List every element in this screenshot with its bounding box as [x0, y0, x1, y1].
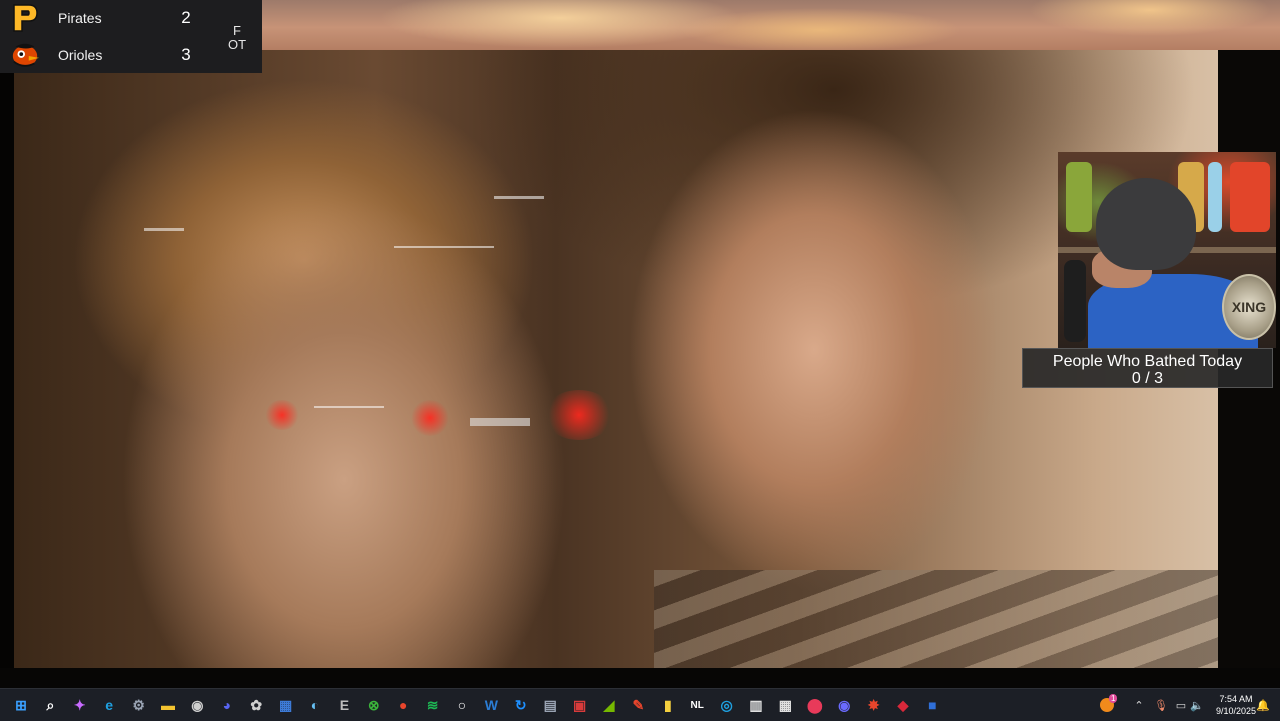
shelf-toys	[1066, 162, 1092, 232]
obs-icon[interactable]: ◉	[188, 696, 206, 714]
nl-app-icon[interactable]: NL	[688, 696, 706, 714]
counter-value: 0 / 3	[1131, 370, 1164, 387]
red-light-glare	[264, 400, 300, 430]
bathed-counter: People Who Bathed Today 0 / 3	[1022, 348, 1273, 388]
network-icon[interactable]: ▭	[1174, 689, 1188, 721]
copilot-icon[interactable]: ✦	[71, 696, 89, 714]
media-app-icon[interactable]: ◉	[835, 696, 853, 714]
refresh-app-icon[interactable]: ↻	[512, 696, 530, 714]
microphone-icon	[1064, 260, 1086, 342]
circle-app-icon[interactable]: ○	[453, 696, 471, 714]
team-score: 2	[181, 8, 191, 27]
notification-bell-icon[interactable]: 🔔	[1256, 689, 1270, 721]
streamer-beanie	[1096, 178, 1196, 270]
team-name: Pirates	[58, 10, 102, 26]
store-bag-icon[interactable]: ▥	[747, 696, 765, 714]
starburst-icon[interactable]: ✸	[865, 696, 883, 714]
drop-app-icon[interactable]: ◆	[894, 696, 912, 714]
shelf-toys	[1230, 162, 1270, 232]
video-glitch	[314, 406, 384, 408]
volume-icon[interactable]: 🔈	[1190, 689, 1204, 721]
steam-icon[interactable]: ◐	[306, 696, 324, 714]
notification-orb-icon[interactable]: 1	[1098, 689, 1118, 721]
video-bottom-border	[0, 668, 1280, 688]
red-light-glare	[544, 390, 614, 440]
game-status: F OT	[222, 24, 252, 52]
xbox-icon[interactable]: ⊗	[365, 696, 383, 714]
ms-store-icon[interactable]: ▦	[776, 696, 794, 714]
word-icon[interactable]: W	[482, 696, 500, 714]
video-glitch	[144, 228, 184, 231]
app-tile-icon[interactable]: ▦	[277, 696, 295, 714]
team-name: Orioles	[58, 47, 103, 63]
active-window-icon[interactable]: ■	[923, 696, 941, 714]
image-editor-icon[interactable]: ▣	[571, 696, 589, 714]
scoreboard: Pirates 2 Orioles 3 F OT	[0, 0, 262, 73]
video-glitch	[470, 418, 530, 426]
nvidia-icon[interactable]: ◢	[600, 696, 618, 714]
blue-swirl-icon[interactable]: ◎	[718, 696, 736, 714]
file-explorer-icon[interactable]: ▬	[159, 696, 177, 714]
channel-badge-logo: XING	[1222, 274, 1276, 340]
discord-icon[interactable]: ◕	[218, 696, 236, 714]
map-pin-icon[interactable]: ⬤	[806, 696, 824, 714]
notification-badge: 1	[1109, 694, 1118, 703]
search-icon[interactable]: ⌕	[41, 696, 59, 714]
spotify-icon[interactable]: ≋	[424, 696, 442, 714]
team-score: 3	[181, 45, 191, 64]
red-light-glare	[410, 400, 450, 436]
pirates-p-logo-icon	[10, 3, 40, 33]
windows-start-icon[interactable]: ⊞	[12, 696, 30, 714]
record-icon[interactable]: ●	[394, 696, 412, 714]
calculator-icon[interactable]: ▤	[541, 696, 559, 714]
chatgpt-icon[interactable]: ✿	[247, 696, 265, 714]
video-glitch	[394, 246, 494, 248]
taskbar: ⊞ ⌕ ✦ e ⚙ ▬ ◉ ◕ ✿ ▦ ◐ E ⊗ ● ≋ ○ W ↻ ▤ ▣ ◢ ✎ ▮ NL ◎ ▥ ▦ ⬤ ◉ ✸ ◆ ■ 1 ⌃ 🎙 …	[0, 688, 1280, 721]
chevron-up-icon[interactable]: ⌃	[1132, 689, 1146, 721]
edge-icon[interactable]: e	[100, 696, 118, 714]
game-status-overtime: OT	[227, 37, 247, 52]
video-left-border	[0, 50, 14, 668]
shelf-toys	[1208, 162, 1222, 232]
sticky-notes-icon[interactable]: ▮	[659, 696, 677, 714]
video-glitch	[494, 196, 544, 199]
settings-gear-icon[interactable]: ⚙	[130, 696, 148, 714]
webcam-overlay: XING	[1058, 152, 1276, 348]
epic-games-icon[interactable]: E	[335, 696, 353, 714]
game-status-final: F	[233, 23, 241, 38]
pen-app-icon[interactable]: ✎	[629, 696, 647, 714]
orioles-bird-logo-icon	[10, 40, 40, 70]
channel-badge-text: XING	[1231, 299, 1267, 315]
microphone-tray-icon[interactable]: 🎙	[1154, 689, 1168, 721]
striped-shirt	[654, 570, 1218, 668]
counter-title: People Who Bathed Today	[1052, 353, 1243, 370]
